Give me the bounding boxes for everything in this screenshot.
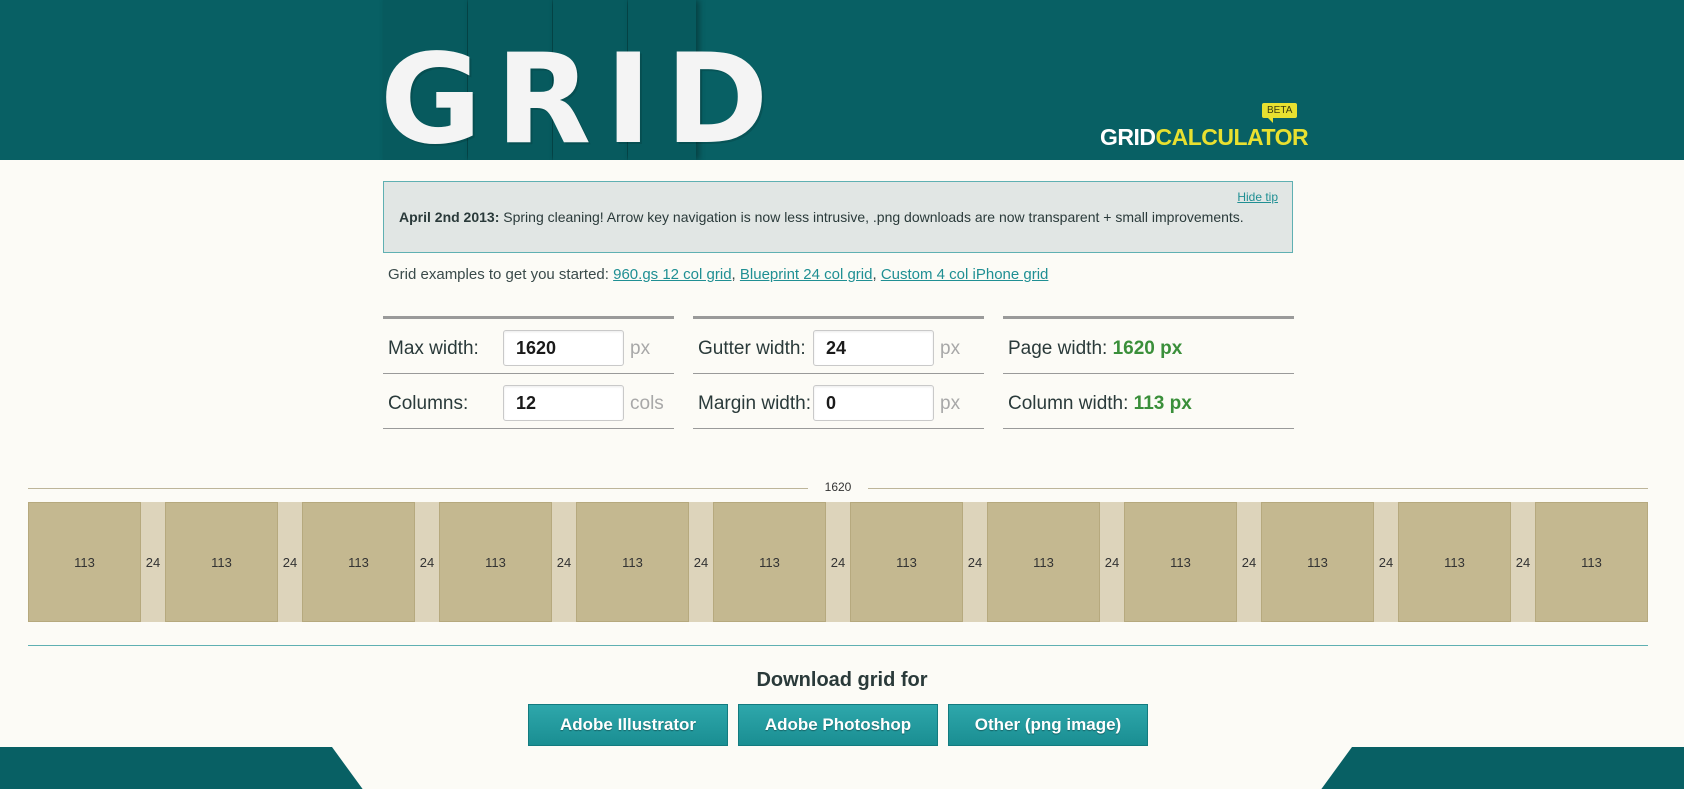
columns-input[interactable] (503, 385, 624, 421)
tip-message: April 2nd 2013: Spring cleaning! Arrow k… (399, 209, 1244, 225)
examples-separator: , (731, 266, 736, 283)
columns-unit: cols (630, 393, 664, 414)
grid-column: 113 (28, 502, 141, 622)
panel-results: Page width: 1620 px Column width: 113 px (1003, 316, 1294, 429)
grid-gutter: 24 (1511, 502, 1535, 622)
columns-label: Columns: (388, 393, 469, 414)
max-width-unit: px (630, 338, 651, 359)
grid-column: 113 (439, 502, 552, 622)
tip-text: Spring cleaning! Arrow key navigation is… (503, 209, 1244, 225)
grid-gutter: 24 (1100, 502, 1124, 622)
grid-column: 113 (302, 502, 415, 622)
grid-column: 113 (1261, 502, 1374, 622)
max-width-label: Max width: (388, 338, 479, 359)
grid-column: 113 (1124, 502, 1237, 622)
footer-notch (332, 747, 1352, 789)
grid-gutter: 24 (689, 502, 713, 622)
grid-gutter: 24 (1374, 502, 1398, 622)
grid-examples: Grid examples to get you started: 960.gs… (388, 266, 1048, 283)
download-title: Download grid for (756, 669, 928, 691)
panel-width-columns: Max width: px Columns: cols (383, 316, 674, 429)
divider (28, 645, 1648, 646)
brand-wordmark[interactable]: GRIDCALCULATOR (1100, 124, 1309, 151)
grid-column: 113 (165, 502, 278, 622)
max-width-row: Max width: px (383, 319, 674, 374)
examples-intro: Grid examples to get you started: (388, 266, 609, 283)
tip-box: Hide tip April 2nd 2013: Spring cleaning… (383, 181, 1293, 253)
max-width-input[interactable] (503, 330, 624, 366)
margin-width-label: Margin width: (698, 393, 811, 414)
brand-calculator: CALCULATOR (1155, 124, 1309, 150)
gutter-width-input[interactable] (813, 330, 934, 366)
tip-date: April 2nd 2013: (399, 209, 500, 225)
gutter-width-row: Gutter width: px (693, 319, 984, 374)
examples-separator: , (872, 266, 877, 283)
grid-logo: GRID (380, 28, 783, 160)
panel-gutter-margin: Gutter width: px Margin width: px (693, 316, 984, 429)
brand-grid: GRID (1100, 124, 1156, 150)
grid-gutter: 24 (1237, 502, 1261, 622)
total-width-label: 1620 (808, 480, 868, 494)
example-link-960gs[interactable]: 960.gs 12 col grid (613, 266, 731, 283)
grid-gutter: 24 (963, 502, 987, 622)
hide-tip-link[interactable]: Hide tip (1237, 190, 1278, 204)
grid-preview: 113 24 113 24 113 24 113 24 113 24 113 24 113 24 113 24… (28, 502, 1648, 622)
page-width-result: Page width: 1620 px (1008, 338, 1182, 360)
grid-gutter: 24 (826, 502, 850, 622)
column-width-result: Column width: 113 px (1008, 393, 1192, 415)
grid-gutter: 24 (552, 502, 576, 622)
page-width-row: Page width: 1620 px (1003, 319, 1294, 374)
example-link-iphone[interactable]: Custom 4 col iPhone grid (881, 266, 1049, 283)
columns-row: Columns: cols (383, 374, 674, 429)
gutter-width-label: Gutter width: (698, 338, 806, 359)
download-illustrator-button[interactable]: Adobe Illustrator (528, 704, 728, 746)
margin-width-input[interactable] (813, 385, 934, 421)
header: GRID GRIDCALCULATOR BETA (0, 0, 1684, 160)
grid-column: 113 (713, 502, 826, 622)
gutter-width-unit: px (940, 338, 961, 359)
grid-gutter: 24 (278, 502, 302, 622)
beta-badge: BETA (1262, 103, 1298, 123)
grid-column: 113 (576, 502, 689, 622)
margin-width-unit: px (940, 393, 961, 414)
grid-gutter: 24 (141, 502, 165, 622)
page-width-value: 1620 px (1112, 338, 1183, 359)
download-photoshop-button[interactable]: Adobe Photoshop (738, 704, 938, 746)
margin-width-row: Margin width: px (693, 374, 984, 429)
grid-column: 113 (987, 502, 1100, 622)
column-width-value: 113 px (1133, 393, 1192, 414)
grid-column: 113 (850, 502, 963, 622)
column-width-label: Column width: (1008, 393, 1129, 414)
grid-column: 113 (1398, 502, 1511, 622)
grid-column: 113 (1535, 502, 1648, 622)
example-link-blueprint[interactable]: Blueprint 24 col grid (740, 266, 873, 283)
download-png-button[interactable]: Other (png image) (948, 704, 1148, 746)
column-width-row: Column width: 113 px (1003, 374, 1294, 429)
grid-gutter: 24 (415, 502, 439, 622)
page-width-label: Page width: (1008, 338, 1108, 359)
